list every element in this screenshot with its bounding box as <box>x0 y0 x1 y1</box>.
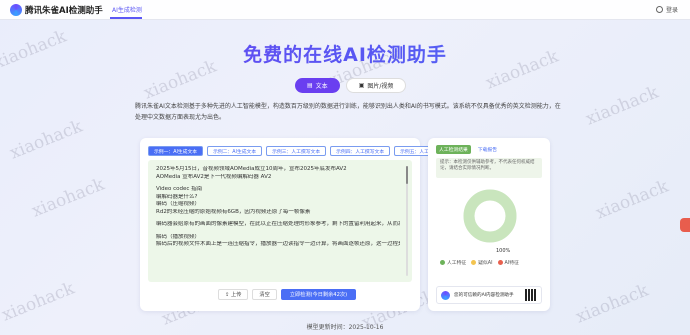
tab-ai-detect[interactable]: AI生成检测 <box>112 5 142 14</box>
tab-text-label: 文本 <box>315 83 328 90</box>
page-title: 免费的在线AI检测助手 <box>0 40 690 67</box>
result-hint: 提示：本检测仅供辅助参考，不代表任何权威结论，请结合实际情况判断。 <box>436 158 542 178</box>
feedback-float-button[interactable] <box>680 218 690 232</box>
tab-text[interactable]: ▤ 文本 <box>295 78 340 93</box>
text-line: Video codec 指南 <box>156 186 203 192</box>
result-card: 人工检测结果 下载报告 提示：本检测仅供辅助参考，不代表任何权威结论，请结合实际… <box>428 138 550 311</box>
watermark: xiaohack <box>7 116 86 164</box>
legend-label: AI特征 <box>504 261 519 266</box>
app-logo-icon <box>441 290 450 300</box>
donut-human-arc <box>463 189 517 243</box>
text-line: 解码（播放视频） <box>156 233 201 240</box>
mode-switch: ▤ 文本 ▣ 图片/视频 <box>295 78 407 93</box>
document-icon: ▤ <box>307 82 313 89</box>
text-line: AOMedia 宣布AV2是下一代视频编解码器 AV2 <box>156 173 272 180</box>
app-promo[interactable]: 您的可信赖的AI内容检测助手 <box>436 286 542 304</box>
example-chip[interactable]: 示例四：人工撰写文本 <box>330 146 391 156</box>
example-chip[interactable]: 示例一：AI生成文本 <box>148 146 204 156</box>
action-bar: ⇪ 上传 清空 立即检测(今日剩余42次) <box>218 289 357 300</box>
legend: 人工特征 疑似AI AI特征 <box>440 259 519 266</box>
tab-underline <box>110 17 142 19</box>
scrollbar-thumb[interactable] <box>406 166 408 184</box>
legend-item: 人工特征 <box>440 259 466 266</box>
legend-label: 疑似AI <box>478 261 493 266</box>
legend-dot <box>440 260 445 265</box>
logo-text: 腾讯朱雀AI检测助手 <box>25 6 103 16</box>
promo-text: 您的可信赖的AI内容检测助手 <box>454 293 514 298</box>
percent-label: 100% <box>496 248 511 254</box>
logo[interactable]: 腾讯朱雀AI检测助手 <box>10 4 103 16</box>
tab-result[interactable]: 人工检测结果 <box>436 145 471 154</box>
legend-dot <box>471 260 477 265</box>
text-line: 编码（压缩视频） <box>156 201 201 207</box>
text-line: 2025年5月15日，音视频领域AOMedia成立10周年，宣布2025年底发布… <box>156 166 347 172</box>
result-tabs: 人工检测结果 下载报告 <box>436 145 500 154</box>
legend-dot <box>497 260 503 265</box>
example-chip[interactable]: 示例三：人工撰写文本 <box>266 146 327 156</box>
legend-item: 疑似AI <box>471 259 493 266</box>
text-line: Rd2的未经压缩的原始视频有6GB，因为视频还原了每一帧像素 <box>156 208 311 215</box>
example-chips: 示例一：AI生成文本 示例二：AI生成文本 示例三：人工撰写文本 示例四：人工撰… <box>148 146 455 156</box>
image-icon: ▣ <box>358 82 365 89</box>
result-donut <box>463 189 517 243</box>
top-bar: 腾讯朱雀AI检测助手 AI生成检测 登录 <box>0 0 690 20</box>
watermark: xiaohack <box>583 82 662 130</box>
clear-label: 清空 <box>259 292 270 298</box>
legend-label: 人工特征 <box>447 261 467 266</box>
logo-icon <box>10 4 22 16</box>
login-button[interactable]: 登录 <box>655 5 678 14</box>
input-card: 示例一：AI生成文本 示例二：AI生成文本 示例三：人工撰写文本 示例四：人工撰… <box>140 138 455 311</box>
upload-button[interactable]: ⇪ 上传 <box>218 289 249 300</box>
text-line: 编码器会给原有的画面的像素建模型，在此以正在压缩处理的形象参考，剩下的置留利用起… <box>156 221 400 227</box>
user-icon <box>655 6 663 13</box>
model-update-time: 模型更新时间：2025-10-16 <box>306 324 384 331</box>
upload-label: 上传 <box>231 292 242 298</box>
watermark: xiaohack <box>0 278 78 326</box>
text-input[interactable]: 2025年5月15日，音视频领域AOMedia成立10周年，宣布2025年底发布… <box>148 160 412 282</box>
qr-code-icon <box>525 289 537 301</box>
watermark: xiaohack <box>573 280 652 328</box>
detect-label: 立即检测(今日剩余42次) <box>289 292 348 298</box>
watermark: xiaohack <box>29 174 108 222</box>
download-report-link[interactable]: 下载报告 <box>475 145 500 154</box>
text-line: 编解码器是什么? <box>156 193 198 200</box>
legend-item: AI特征 <box>497 259 519 266</box>
login-label: 登录 <box>665 7 678 14</box>
watermark: xiaohack <box>593 176 672 224</box>
clear-button[interactable]: 清空 <box>252 289 277 300</box>
text-line: 解码后的视频文件木面上是一连压缩指令，播放器一边读指令一边计算，将画面逐帧还原，… <box>156 241 400 247</box>
example-chip[interactable]: 示例二：AI生成文本 <box>207 146 263 156</box>
tab-image-video[interactable]: ▣ 图片/视频 <box>345 78 407 93</box>
tab-image-video-label: 图片/视频 <box>367 83 394 90</box>
detect-button[interactable]: 立即检测(今日剩余42次) <box>280 289 357 300</box>
intro-text: 腾讯朱雀AI文本检测基于多种先进的人工智能模型，构造数百万级别的数据进行训练，能… <box>135 103 561 121</box>
